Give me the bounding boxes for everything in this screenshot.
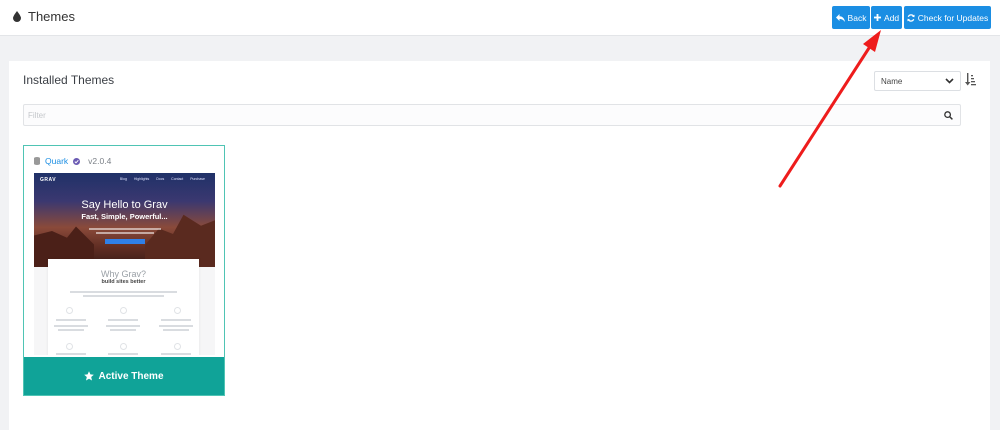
panel-title: Installed Themes (23, 73, 115, 87)
page-heading: Themes (13, 9, 75, 24)
thumbnail-text-line (70, 291, 177, 293)
back-button[interactable]: Back (832, 6, 870, 29)
sort-direction-icon[interactable] (965, 73, 976, 86)
database-icon (34, 157, 40, 165)
filter-field[interactable] (23, 104, 961, 126)
thumbnail-text-line (56, 319, 86, 321)
thumbnail-text-line (163, 329, 189, 331)
thumbnail-text-line (161, 353, 191, 355)
add-button[interactable]: Add (871, 6, 902, 29)
thumbnail-hero: GRAV Blog Highlights Docs Contact Purcha… (34, 173, 215, 267)
thumbnail-section-subtitle: build sites better (101, 279, 146, 285)
thumbnail-button (105, 239, 145, 244)
thumbnail-section-title: Why Grav? (100, 269, 146, 279)
thumbnail-text-line (54, 325, 88, 327)
check-updates-label: Check for Updates (917, 12, 989, 23)
active-theme-bar: Active Theme (24, 357, 224, 395)
star-icon (84, 371, 95, 381)
thumbnail-nav: Blog Highlights Docs Contact Purchase (119, 177, 205, 181)
add-button-label: Add (883, 12, 900, 23)
thumbnail-feature-icon (174, 343, 181, 350)
thumbnail-text-line (108, 353, 138, 355)
search-icon[interactable] (944, 111, 953, 120)
thumbnail-text-line (110, 329, 136, 331)
active-theme-label: Active Theme (98, 370, 164, 382)
reply-icon (835, 13, 845, 22)
droplet-icon (13, 11, 21, 22)
plus-icon (873, 14, 881, 21)
thumbnail-text-line (56, 353, 86, 355)
sort-select[interactable]: Name (874, 71, 961, 91)
thumbnail-text-line (108, 319, 138, 321)
thumbnail-subheadline: Fast, Simple, Powerful... (81, 212, 168, 221)
verified-badge-icon (73, 157, 81, 165)
sort-select-value: Name (881, 76, 903, 86)
back-button-label: Back (847, 12, 867, 23)
thumbnail-feature-icon (120, 307, 127, 314)
filter-input[interactable] (24, 105, 960, 126)
theme-card-header: Quark v2.0.4 (34, 156, 111, 166)
thumbnail-text-line (106, 325, 140, 327)
theme-version: v2.0.4 (88, 156, 112, 166)
thumbnail-headline: Say Hello to Grav (81, 199, 168, 211)
thumbnail-content: Why Grav? build sites better (48, 259, 199, 355)
top-bar: Themes Back Add Check for Updates (0, 0, 1000, 36)
theme-name-link[interactable]: Quark (45, 156, 68, 166)
thumbnail-text-line (159, 325, 193, 327)
thumbnail-text-line (58, 329, 84, 331)
theme-thumbnail[interactable]: GRAV Blog Highlights Docs Contact Purcha… (34, 173, 215, 355)
chevron-down-icon (945, 78, 954, 84)
installed-themes-panel: Installed Themes Name Quark (9, 61, 990, 430)
theme-card[interactable]: Quark v2.0.4 GRAV Blog Highlights Docs C… (23, 145, 225, 396)
thumbnail-text-line (96, 232, 154, 234)
thumbnail-text-line (89, 228, 161, 230)
page-title: Themes (28, 9, 75, 24)
thumbnail-text-line (83, 295, 164, 297)
thumbnail-feature-icon (66, 343, 73, 350)
thumbnail-feature-icon (66, 307, 73, 314)
check-updates-button[interactable]: Check for Updates (904, 6, 991, 29)
grav-logo: GRAV (40, 177, 57, 183)
thumbnail-feature-icon (174, 307, 181, 314)
refresh-icon (907, 13, 915, 22)
thumbnail-text-line (161, 319, 191, 321)
thumbnail-feature-icon (120, 343, 127, 350)
